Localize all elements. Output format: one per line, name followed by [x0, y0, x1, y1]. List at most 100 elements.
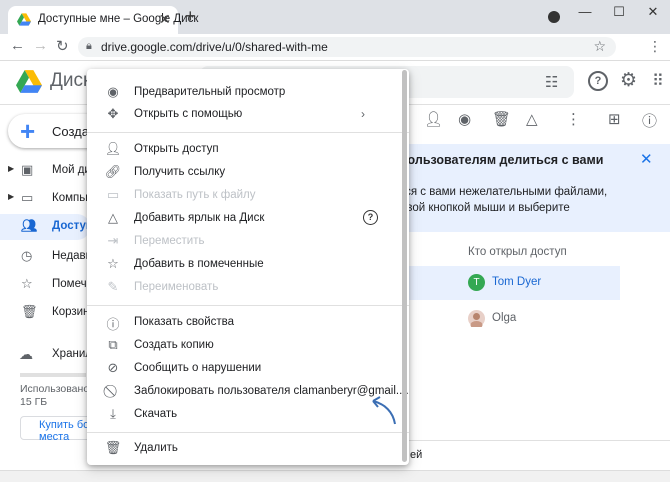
sidebar-item-starred[interactable]: ☆ Помече	[0, 272, 93, 298]
menu-item-label: Открыть доступ	[134, 143, 219, 155]
window-controls: — ☐ ✕	[568, 0, 670, 28]
menu-item-block-user[interactable]: ⃠ Заблокировать пользователя clamanberyr…	[87, 381, 409, 403]
search-options-icon[interactable]: ☷	[545, 73, 558, 91]
banner-text: авой кнопкой мыши и выберите	[400, 202, 570, 214]
buy-storage-button[interactable]: Купить бо места	[20, 416, 92, 443]
menu-item-download[interactable]: ⤓ Скачать	[87, 404, 402, 426]
forward-icon[interactable]: →	[33, 37, 48, 54]
minimize-button[interactable]: —	[568, 0, 602, 28]
share-person-add-icon[interactable]: 👤︎	[424, 110, 443, 128]
info-icon[interactable]: ⓘ	[642, 110, 657, 131]
menu-item-add-starred[interactable]: ☆ Добавить в помеченные	[87, 254, 402, 276]
sidebar-item-my-drive[interactable]: ▶ ▣ Мой дис	[0, 158, 97, 184]
horizontal-scrollbar[interactable]	[0, 470, 670, 482]
sidebar-item-label: Недавн	[52, 250, 93, 262]
avatar: T	[468, 274, 485, 291]
menu-item-label: Переместить	[134, 235, 205, 247]
storage-label[interactable]: Хранил	[52, 348, 92, 360]
storage-progress-bar	[20, 373, 86, 377]
block-icon: ⃠	[104, 383, 122, 399]
person-add-icon: 👤︎	[104, 141, 122, 156]
google-drive-logo-icon	[16, 70, 42, 93]
report-icon: ⊘	[107, 360, 119, 375]
profile-dropdown-icon[interactable]	[548, 11, 560, 23]
pencil-icon: ✎	[107, 279, 119, 294]
sharer-name: Tom Dyer	[492, 276, 542, 288]
menu-item-move: ⇥ Переместить	[87, 231, 402, 253]
browser-menu-icon[interactable]: ⋮	[648, 38, 662, 55]
download-icon: ⤓	[110, 406, 116, 421]
trash-icon: 🗑︎	[104, 440, 122, 455]
table-row[interactable]: T Tom Dyer	[398, 266, 620, 300]
address-bar[interactable]: 🔒︎ drive.google.com/drive/u/0/shared-wit…	[78, 37, 616, 57]
star-icon: ☆	[107, 256, 119, 271]
url-text: drive.google.com/drive/u/0/shared-with-m…	[101, 40, 328, 54]
menu-item-get-link[interactable]: 🔗︎ Получить ссылку	[87, 162, 402, 184]
sidebar-item-trash[interactable]: 🗑︎ Корзина	[0, 300, 96, 326]
close-window-button[interactable]: ✕	[636, 0, 670, 28]
menu-item-show-location: ▭ Показать путь к файлу	[87, 185, 402, 207]
google-drive-favicon-icon	[17, 13, 31, 26]
move-to-icon: ⇥	[107, 233, 119, 248]
add-shortcut-icon[interactable]: △	[526, 110, 538, 128]
reload-icon[interactable]: ↻	[56, 37, 69, 55]
menu-item-label: Добавить ярлык на Диск	[134, 212, 265, 224]
table-row[interactable]: Olga	[398, 302, 620, 336]
drive-folder-icon: ▣	[21, 162, 34, 177]
person-photo-icon	[470, 313, 483, 329]
more-actions-icon[interactable]: ⋮	[566, 110, 581, 128]
browser-tab[interactable]: Доступные мне – Google Диск ✕	[8, 6, 198, 34]
column-header-shared-by[interactable]: Кто открыл доступ	[468, 246, 567, 258]
menu-item-details[interactable]: ⓘ Показать свойства	[87, 312, 402, 334]
menu-item-open-with[interactable]: ✥ Открыть с помощью ›	[87, 104, 402, 126]
menu-scrollbar[interactable]	[402, 70, 407, 462]
grid-view-icon[interactable]: ⊞	[608, 110, 621, 128]
clock-icon: ◷	[21, 248, 33, 263]
eye-icon: ◉	[107, 84, 119, 99]
menu-item-label: Добавить в помеченные	[134, 258, 264, 270]
menu-item-share[interactable]: 👤︎ Открыть доступ	[87, 139, 402, 161]
banner-text: тся с вами нежелательными файлами,	[400, 186, 608, 198]
menu-item-label: Показать путь к файлу	[134, 189, 256, 201]
menu-item-label: Создать копию	[134, 339, 214, 351]
file-action-bar: 👤︎ ◉ 🗑︎ △ ⋮ ⊞ ⓘ	[390, 104, 670, 136]
sidebar-item-computers[interactable]: ▶ ▭ Компью	[0, 186, 94, 212]
menu-item-label: Сообщить о нарушении	[134, 362, 262, 374]
preview-eye-icon[interactable]: ◉	[458, 110, 471, 128]
menu-item-report[interactable]: ⊘ Сообщить о нарушении	[87, 358, 402, 380]
cloud-icon: ☁	[19, 346, 33, 362]
expand-arrow-icon[interactable]: ▶	[8, 164, 14, 173]
help-icon[interactable]: ?	[363, 210, 378, 225]
menu-divider	[87, 132, 409, 133]
lock-icon: 🔒︎	[86, 40, 92, 52]
info-icon: ⓘ	[106, 317, 120, 332]
close-icon[interactable]: ✕	[640, 150, 653, 168]
menu-item-preview[interactable]: ◉ Предварительный просмотр	[87, 82, 402, 104]
menu-item-label: Получить ссылку	[134, 166, 226, 178]
help-icon[interactable]: ?	[588, 71, 608, 91]
context-menu: ◉ Предварительный просмотр ✥ Открыть с п…	[87, 69, 409, 465]
gear-icon[interactable]: ⚙	[620, 69, 637, 92]
menu-item-make-copy[interactable]: ⧉ Создать копию	[87, 335, 402, 357]
sidebar-item-recent[interactable]: ◷ Недавн	[0, 244, 93, 270]
expand-arrow-icon[interactable]: ▶	[8, 192, 14, 201]
menu-item-label: Удалить	[134, 442, 178, 454]
menu-item-label: Открыть с помощью	[134, 108, 243, 120]
shared-people-icon: 👥︎	[21, 218, 38, 233]
bookmark-star-icon[interactable]: ☆	[593, 38, 606, 55]
new-tab-button[interactable]: +	[185, 6, 196, 27]
menu-item-delete[interactable]: 🗑︎ Удалить	[87, 438, 402, 460]
delete-trash-icon[interactable]: 🗑︎	[492, 110, 511, 128]
menu-item-add-shortcut[interactable]: △ Добавить ярлык на Диск ?	[87, 208, 402, 230]
divider	[398, 440, 670, 441]
move-arrows-icon: ✥	[107, 106, 119, 121]
back-icon[interactable]: ←	[10, 37, 25, 54]
sharer-name: Olga	[492, 312, 517, 324]
trash-icon: 🗑︎	[21, 304, 38, 319]
star-icon: ☆	[21, 276, 33, 291]
sidebar-item-shared[interactable]: 👥︎ Доступ	[0, 214, 93, 240]
tab-close-icon[interactable]: ✕	[159, 11, 171, 28]
apps-grid-icon[interactable]: ⠿	[652, 71, 664, 91]
folder-icon: ▭	[106, 187, 120, 202]
maximize-button[interactable]: ☐	[602, 0, 636, 28]
